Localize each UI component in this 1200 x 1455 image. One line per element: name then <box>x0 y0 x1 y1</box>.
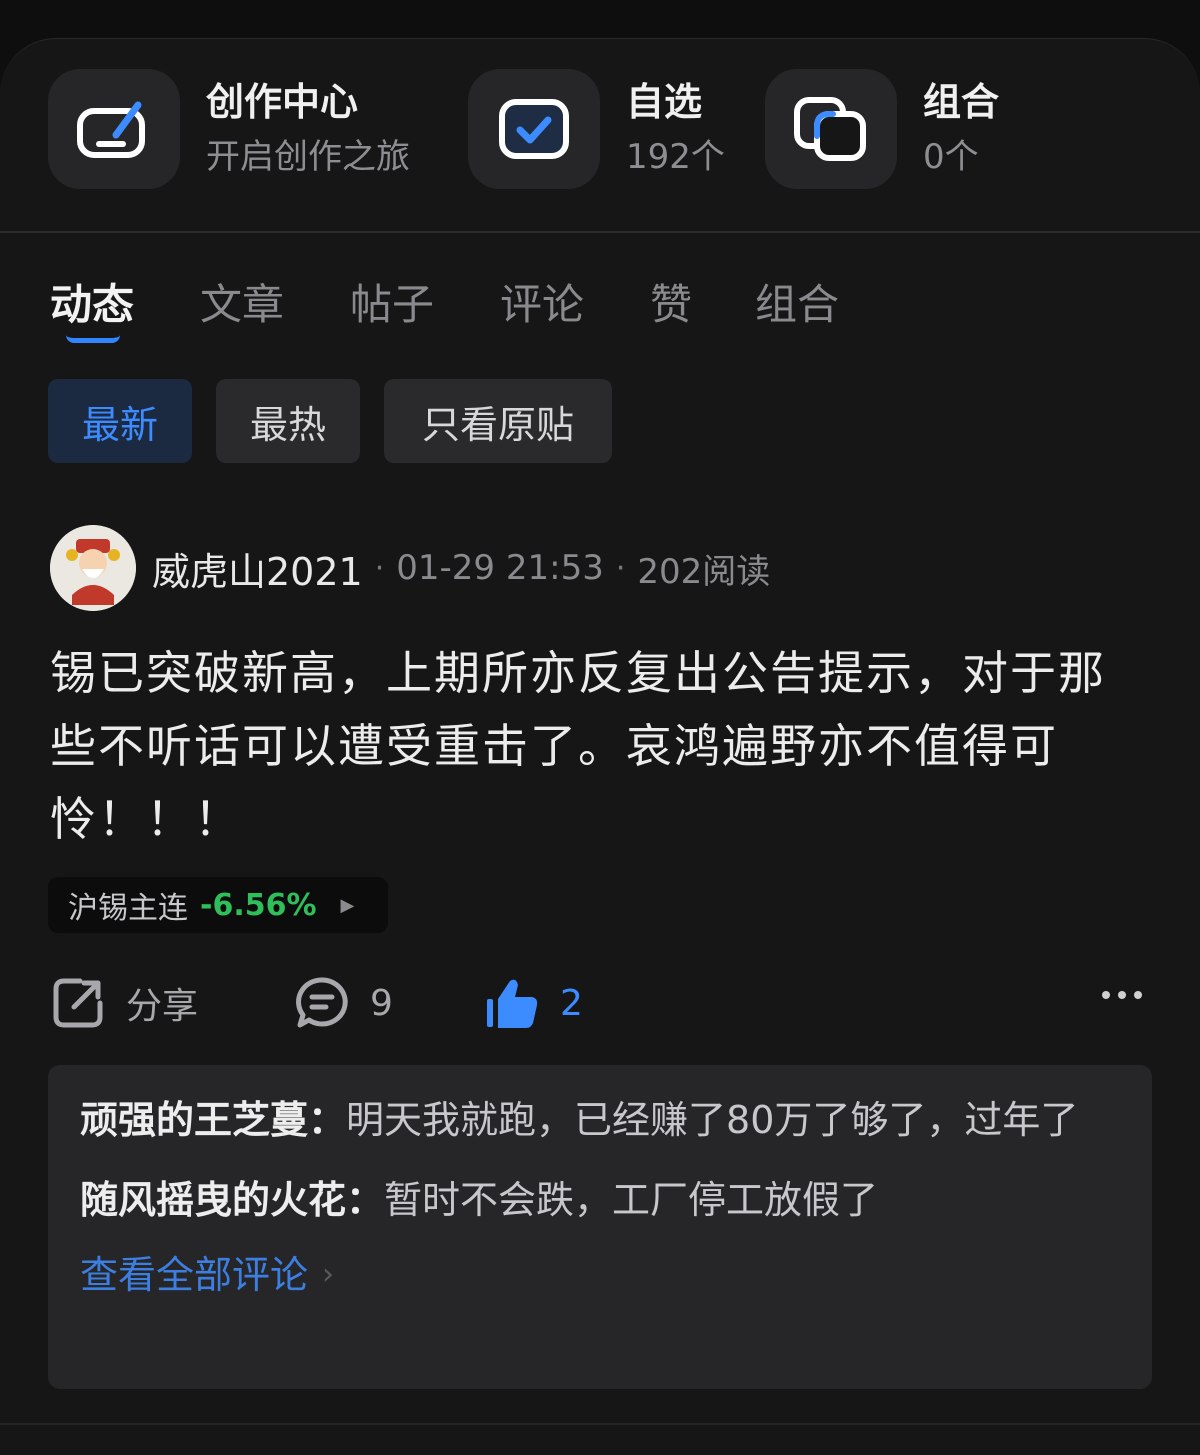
shortcut-create-center[interactable]: 创作中心 开启创作之旅 <box>48 69 410 189</box>
create-edit-icon <box>48 69 180 189</box>
tab-articles[interactable]: 文章 <box>200 271 284 332</box>
post-header: 威虎山2021 · 01-29 21:53 · 202阅读 <box>50 525 1150 611</box>
section-divider <box>0 1423 1200 1425</box>
like-count: 2 <box>560 982 583 1024</box>
comment-icon <box>296 977 348 1028</box>
chevron-right-icon: › <box>322 1257 335 1292</box>
shortcut-row: 创作中心 开启创作之旅 自选 192个 组合 0个 <box>48 69 1152 189</box>
post-content[interactable]: 锡已突破新高，上期所亦反复出公告提示，对于那些不听话可以遭受重击了。哀鸿遍野亦不… <box>50 637 1150 856</box>
checkbox-icon <box>468 69 600 189</box>
shortcut-title: 自选 <box>626 80 703 124</box>
section-divider <box>0 231 1200 233</box>
view-all-label: 查看全部评论 <box>80 1253 309 1297</box>
comment-user[interactable]: 随风摇曳的火花： <box>80 1178 384 1222</box>
active-tab-indicator <box>66 335 120 343</box>
comment-preview: 顽强的王芝蔓：明天我就跑，已经赚了80万了够了，过年了 随风摇曳的火花：暂时不会… <box>48 1065 1152 1389</box>
comment-item[interactable]: 顽强的王芝蔓：明天我就跑，已经赚了80万了够了，过年了 <box>80 1091 1120 1149</box>
view-all-comments-link[interactable]: 查看全部评论 › <box>80 1247 1120 1303</box>
comment-text: 明天我就跑，已经赚了80万了够了，过年了 <box>346 1098 1079 1142</box>
like-button[interactable]: 2 <box>484 973 583 1033</box>
filter-hot[interactable]: 最热 <box>216 379 360 463</box>
tab-likes[interactable]: 赞 <box>650 271 692 332</box>
comment-user[interactable]: 顽强的王芝蔓： <box>80 1098 346 1142</box>
author-name[interactable]: 威虎山2021 <box>152 541 363 596</box>
thumbs-up-icon <box>487 979 538 1028</box>
filter-original-only[interactable]: 只看原贴 <box>384 379 612 463</box>
tab-portfolio[interactable]: 组合 <box>755 271 839 332</box>
portfolio-icon <box>765 69 897 189</box>
profile-panel: 创作中心 开启创作之旅 自选 192个 组合 0个 动态 文章 帖子 评论 赞 … <box>0 38 1200 1455</box>
stock-name: 沪锡主连 <box>68 891 188 926</box>
share-button[interactable]: 分享 <box>50 973 198 1033</box>
chevron-right-icon: ▶ <box>340 894 355 916</box>
shortcut-portfolio[interactable]: 组合 0个 <box>765 69 999 189</box>
comment-button[interactable]: 9 <box>294 973 393 1033</box>
stock-change: -6.56% <box>200 887 317 923</box>
tab-feed[interactable]: 动态 <box>50 271 134 332</box>
comment-item[interactable]: 随风摇曳的火花：暂时不会跌，工厂停工放假了 <box>80 1171 1120 1229</box>
read-count: 202阅读 <box>637 551 771 592</box>
stock-tag[interactable]: 沪锡主连 -6.56% ▶ <box>48 877 388 933</box>
tab-comments[interactable]: 评论 <box>500 271 584 332</box>
comment-text: 暂时不会跌，工厂停工放假了 <box>384 1178 879 1222</box>
meta-separator: · <box>374 550 385 586</box>
shortcut-subtitle: 192个 <box>626 137 725 177</box>
shortcut-title: 组合 <box>923 80 1000 124</box>
shortcut-watchlist[interactable]: 自选 192个 <box>468 69 725 189</box>
shortcut-subtitle: 开启创作之旅 <box>206 137 410 177</box>
post-time: 01-29 21:53 <box>396 548 604 588</box>
filter-latest[interactable]: 最新 <box>48 379 192 463</box>
share-label: 分享 <box>126 986 199 1027</box>
more-options-icon[interactable] <box>1102 991 1142 999</box>
tab-posts[interactable]: 帖子 <box>350 271 434 332</box>
comment-count: 9 <box>370 982 393 1024</box>
shortcut-title: 创作中心 <box>206 80 359 124</box>
share-icon <box>53 978 103 1028</box>
meta-separator: · <box>615 550 626 586</box>
post-actions: 分享 9 2 <box>50 973 1150 1033</box>
avatar[interactable] <box>50 525 136 611</box>
shortcut-subtitle: 0个 <box>923 137 979 177</box>
